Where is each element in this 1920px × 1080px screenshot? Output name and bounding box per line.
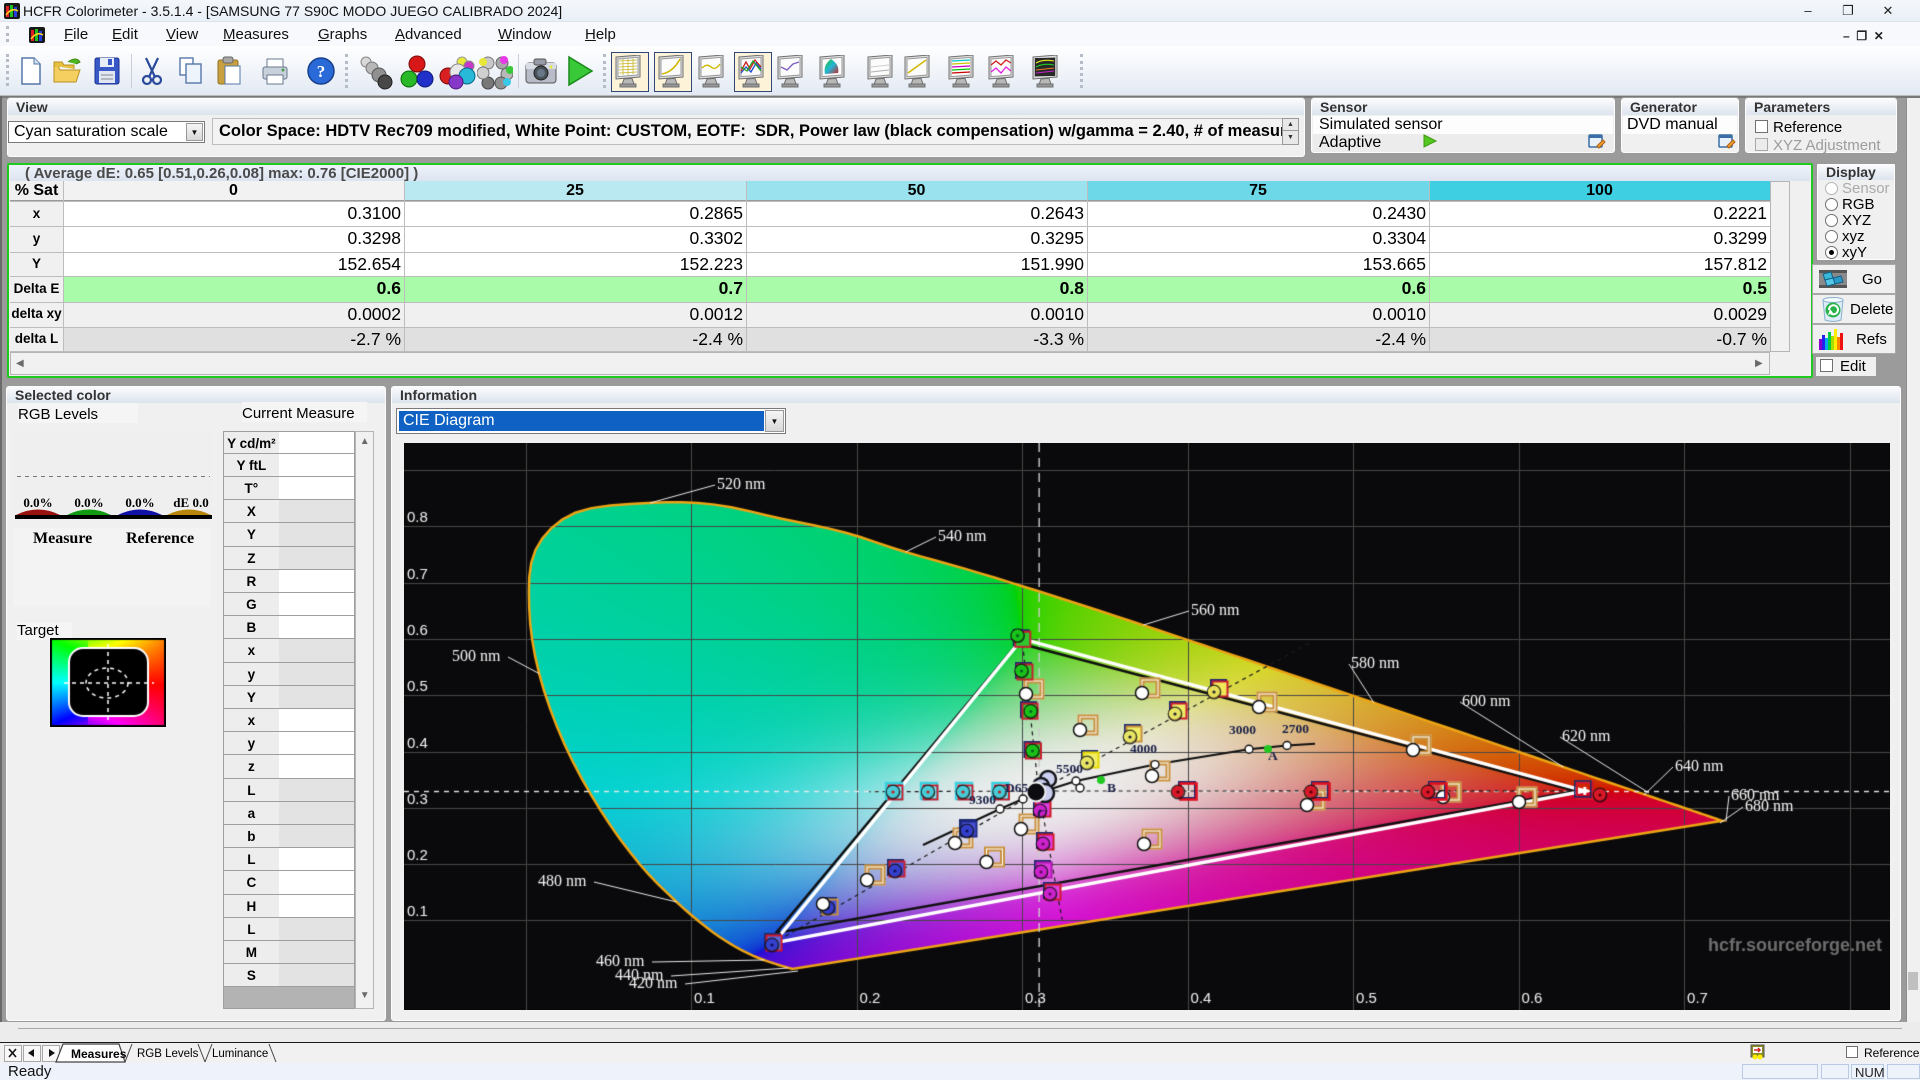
svg-text:?: ? [317, 62, 326, 81]
